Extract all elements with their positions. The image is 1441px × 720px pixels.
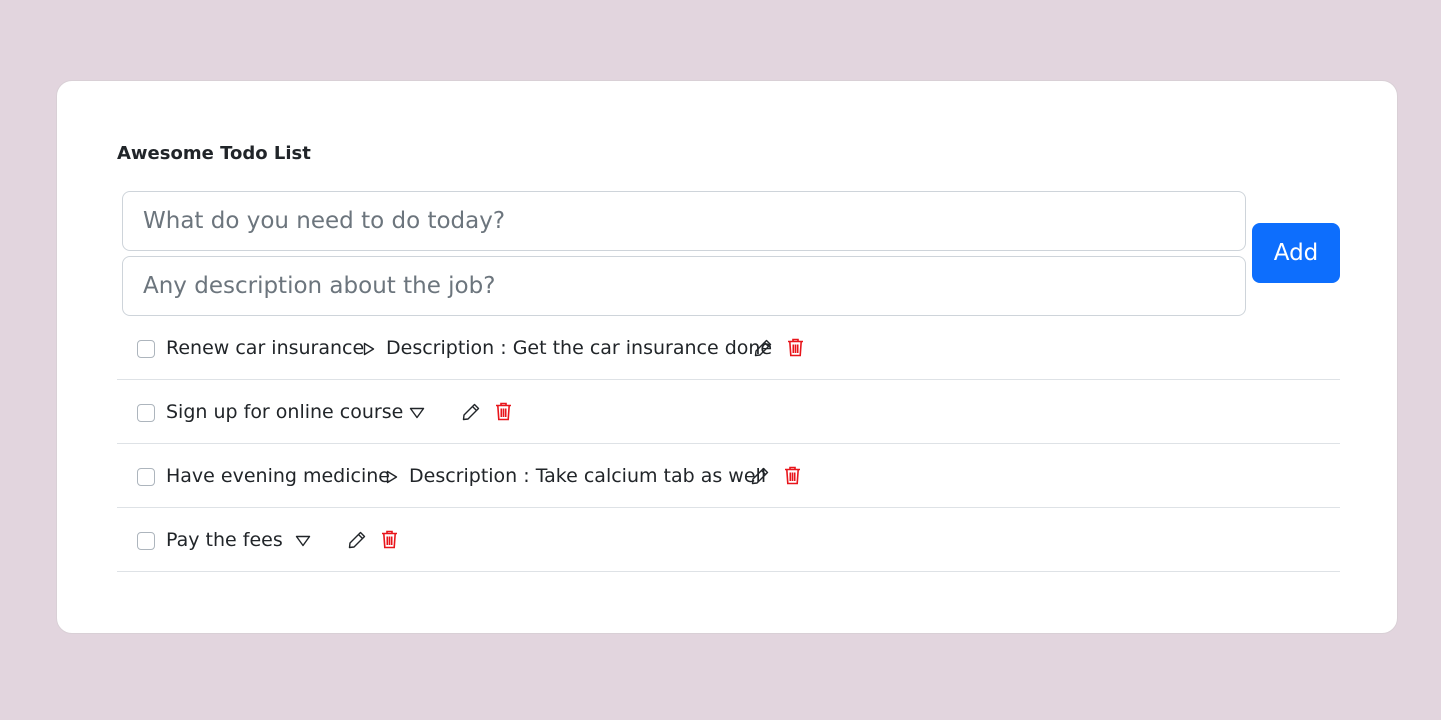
triangle-down-icon[interactable]	[406, 407, 428, 419]
add-button[interactable]: Add	[1252, 223, 1340, 283]
page-title: Awesome Todo List	[117, 143, 311, 164]
todo-title: Renew car insurance	[166, 336, 365, 359]
todo-checkbox[interactable]	[137, 340, 155, 358]
todo-checkbox[interactable]	[137, 532, 155, 550]
task-input[interactable]	[122, 191, 1246, 251]
pencil-icon[interactable]	[346, 530, 368, 550]
triangle-right-icon[interactable]	[358, 342, 380, 356]
description-input[interactable]	[122, 256, 1246, 316]
trash-icon[interactable]	[783, 466, 801, 485]
todo-card: Awesome Todo List Add Renew car insuranc…	[56, 80, 1398, 634]
todo-checkbox[interactable]	[137, 404, 155, 422]
todo-item: Have evening medicine Description : Take…	[117, 444, 1340, 508]
todo-checkbox[interactable]	[137, 468, 155, 486]
todo-title: Sign up for online course	[166, 400, 404, 423]
triangle-right-icon[interactable]	[381, 470, 403, 484]
todo-title: Have evening medicine	[166, 464, 390, 487]
todo-description: Description : Take calcium tab as well	[409, 464, 767, 487]
todo-item: Pay the fees	[117, 508, 1340, 572]
pencil-icon[interactable]	[749, 466, 771, 486]
pencil-icon[interactable]	[752, 338, 774, 358]
todo-item: Sign up for online course	[117, 380, 1340, 444]
todo-item: Renew car insurance Description : Get th…	[117, 316, 1340, 380]
todo-list: Renew car insurance Description : Get th…	[117, 316, 1340, 572]
trash-icon[interactable]	[380, 530, 398, 549]
pencil-icon[interactable]	[460, 402, 482, 422]
triangle-down-icon[interactable]	[292, 535, 314, 547]
todo-description: Description : Get the car insurance done	[386, 336, 773, 359]
todo-title: Pay the fees	[166, 528, 283, 551]
trash-icon[interactable]	[494, 402, 512, 421]
trash-icon[interactable]	[786, 338, 804, 357]
